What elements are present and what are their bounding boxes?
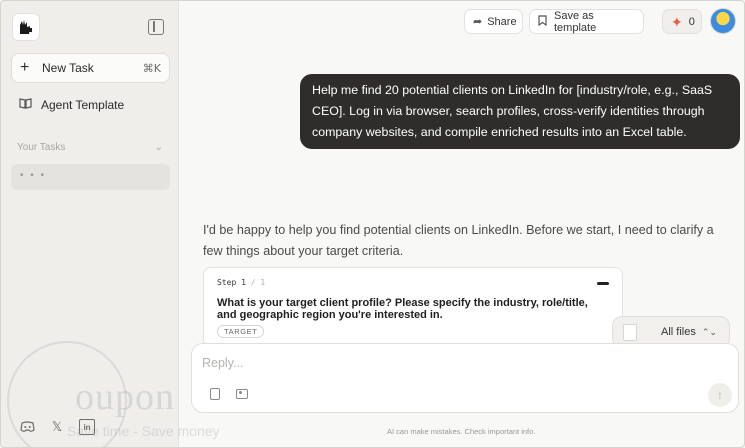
your-tasks-header[interactable]: Your Tasks ⌄ xyxy=(17,142,163,153)
clarification-card: Step 1 / 1 What is your target client pr… xyxy=(203,267,623,347)
clarification-question: What is your target client profile? Plea… xyxy=(217,297,588,321)
share-icon: ➦ xyxy=(473,16,483,28)
send-button[interactable]: ↑ xyxy=(708,383,732,407)
book-icon xyxy=(19,98,41,112)
all-files-label: All files xyxy=(661,326,696,338)
bookmark-icon xyxy=(538,14,547,29)
new-task-shortcut: ⌘K xyxy=(142,61,161,75)
your-tasks-label: Your Tasks xyxy=(17,142,66,153)
reply-composer: ↑ xyxy=(191,343,739,413)
new-task-button[interactable]: + New Task ⌘K xyxy=(11,53,170,83)
hand-logo-icon xyxy=(20,20,32,34)
chevron-updown-icon: ⌃⌄ xyxy=(701,326,717,337)
agent-template-link[interactable]: Agent Template xyxy=(19,98,124,112)
watermark-brand: oupon xyxy=(75,376,175,418)
save-as-template-label: Save as template xyxy=(554,9,597,34)
app-logo[interactable] xyxy=(12,13,40,41)
agent-template-label: Agent Template xyxy=(41,98,125,112)
new-task-label: New Task xyxy=(42,61,94,75)
arrow-up-icon: ↑ xyxy=(717,388,723,402)
save-as-template-button[interactable]: Save as template xyxy=(529,9,644,34)
sparkle-icon: ✦ xyxy=(671,13,683,30)
chevron-down-icon: ⌄ xyxy=(154,142,163,153)
app-window: + New Task ⌘K Agent Template Your Tasks … xyxy=(0,0,745,448)
credits-count: 0 xyxy=(688,15,695,28)
attach-file-icon[interactable] xyxy=(210,388,220,400)
assistant-message: I'd be happy to help you find potential … xyxy=(203,223,714,258)
file-icon xyxy=(623,323,637,341)
reply-input[interactable] xyxy=(202,354,702,372)
step-indicator: Step 1 / 1 xyxy=(217,278,609,287)
step-total: / 1 xyxy=(250,278,266,287)
avatar[interactable] xyxy=(710,8,736,34)
credits-button[interactable]: ✦ 0 xyxy=(662,9,702,34)
watermark-tagline: Save time - Save money xyxy=(67,423,220,439)
question-tag: TARGET xyxy=(217,325,265,338)
disclaimer-text: AI can make mistakes. Check important in… xyxy=(387,427,536,436)
share-button[interactable]: ➦ Share xyxy=(464,9,523,34)
user-message: Help me find 20 potential clients on Lin… xyxy=(300,74,740,149)
plus-icon: + xyxy=(20,59,30,76)
step-number: Step 1 xyxy=(217,278,246,287)
minimize-icon[interactable] xyxy=(597,282,609,285)
collapse-sidebar-icon[interactable] xyxy=(148,19,164,35)
attach-image-icon[interactable] xyxy=(236,389,248,399)
task-list-item[interactable]: • • • xyxy=(11,164,170,190)
share-label: Share xyxy=(487,15,517,28)
